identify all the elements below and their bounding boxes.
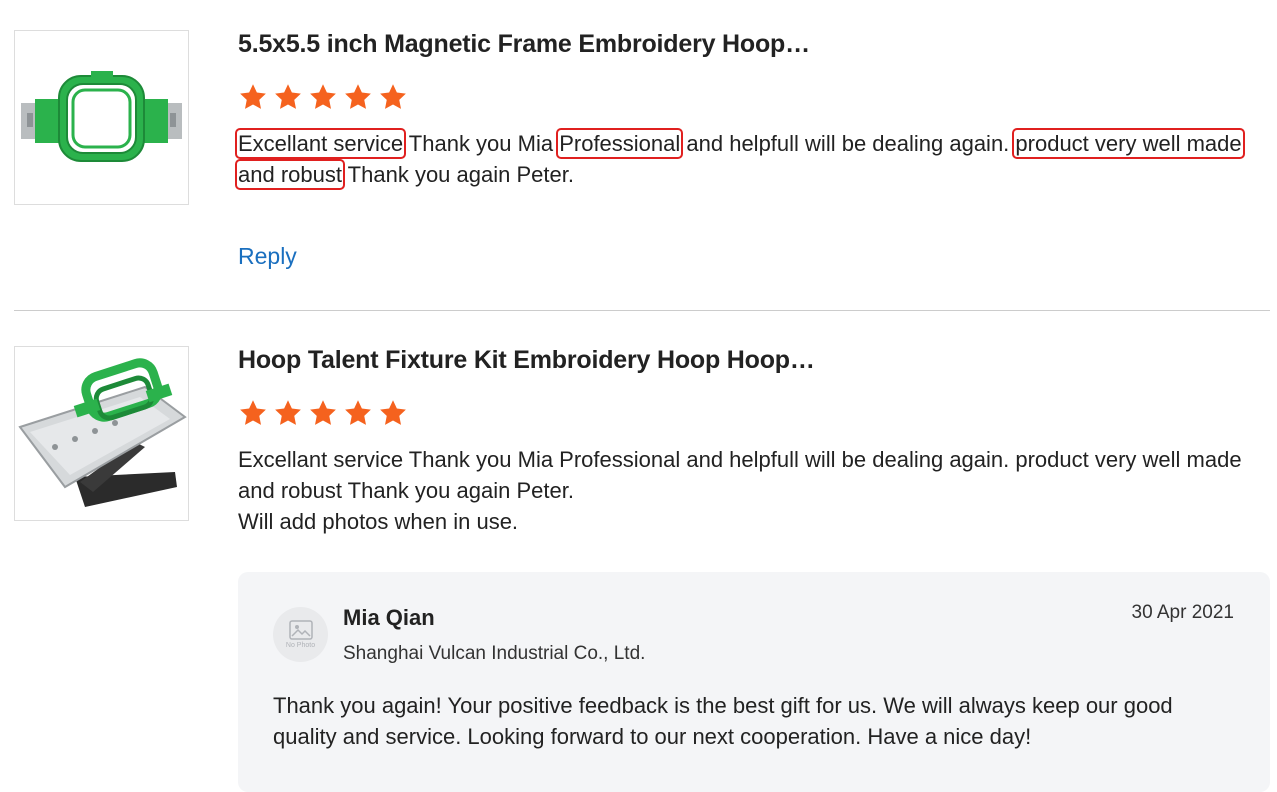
avatar: No Photo bbox=[273, 607, 328, 662]
product-thumbnail[interactable] bbox=[14, 346, 189, 521]
review-text-line: Excellant service Thank you Mia Professi… bbox=[238, 447, 1242, 503]
star-icon bbox=[310, 400, 336, 425]
star-icon bbox=[310, 84, 336, 109]
highlighted-phrase: Professional bbox=[556, 128, 684, 159]
product-thumbnail[interactable] bbox=[14, 30, 189, 205]
avatar-label: No Photo bbox=[285, 642, 316, 649]
star-icon bbox=[380, 84, 406, 109]
rating-stars bbox=[238, 398, 408, 428]
hoop-fixture-kit-image bbox=[15, 347, 188, 520]
review-text-segment: Thank you again Peter. bbox=[341, 162, 574, 187]
seller-name: Mia Qian bbox=[343, 605, 435, 630]
star-icon bbox=[240, 84, 266, 109]
product-title[interactable]: 5.5x5.5 inch Magnetic Frame Embroidery H… bbox=[238, 30, 810, 59]
magnetic-hoop-image bbox=[15, 31, 188, 204]
review-text-segment: and helpfull will be dealing again. bbox=[680, 131, 1016, 156]
highlighted-phrase: Excellant service bbox=[234, 128, 407, 159]
rating-stars bbox=[238, 82, 408, 112]
review-text: Excellant service Thank you Mia Professi… bbox=[238, 444, 1273, 537]
seller-reply-box: No Photo Mia Qian Shanghai Vulcan Indust… bbox=[238, 572, 1270, 792]
reply-link[interactable]: Reply bbox=[238, 243, 297, 270]
star-icon bbox=[380, 400, 406, 425]
star-icon bbox=[345, 84, 371, 109]
star-icon bbox=[240, 400, 266, 425]
star-icon bbox=[345, 400, 371, 425]
review-divider bbox=[14, 310, 1270, 311]
reply-date: 30 Apr 2021 bbox=[1131, 602, 1234, 623]
seller-reply-text: Thank you again! Your positive feedback … bbox=[273, 693, 1173, 749]
product-title[interactable]: Hoop Talent Fixture Kit Embroidery Hoop … bbox=[238, 346, 815, 375]
seller-company[interactable]: Shanghai Vulcan Industrial Co., Ltd. bbox=[343, 643, 645, 665]
star-icon bbox=[275, 400, 301, 425]
review-text: Excellant service Thank you Mia Professi… bbox=[234, 128, 1273, 190]
image-placeholder-icon bbox=[288, 620, 313, 640]
review-text-segment: Thank you Mia bbox=[403, 131, 560, 156]
star-icon bbox=[275, 84, 301, 109]
review-text-line: Will add photos when in use. bbox=[238, 509, 519, 534]
